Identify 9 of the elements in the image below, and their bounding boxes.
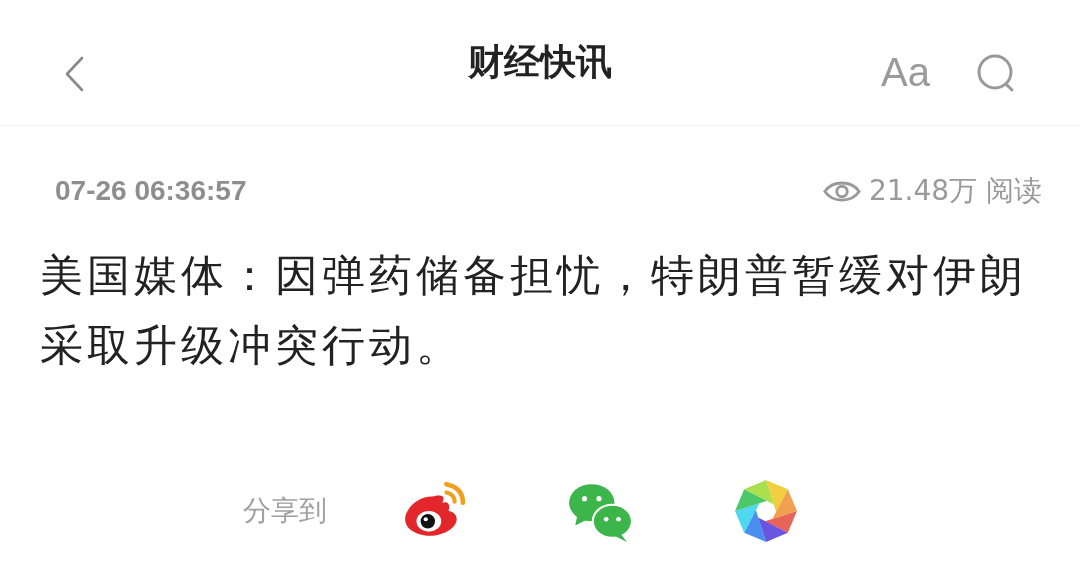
view-count: 21.48万 阅读 <box>868 173 1042 209</box>
aperture-icon[interactable] <box>733 478 799 544</box>
search-icon[interactable] <box>976 52 1016 93</box>
font-size-button[interactable]: Aa <box>881 50 930 95</box>
timestamp: 07-26 06:36:57 <box>55 175 247 207</box>
article-text: 美国媒体：因弹药储备担忧，特朗普暂缓对伊朗采取升级冲突行动。 <box>39 249 1028 372</box>
share-label: 分享到 <box>243 493 327 529</box>
back-icon[interactable] <box>64 56 84 92</box>
page-title: 财经快讯 <box>468 40 612 84</box>
